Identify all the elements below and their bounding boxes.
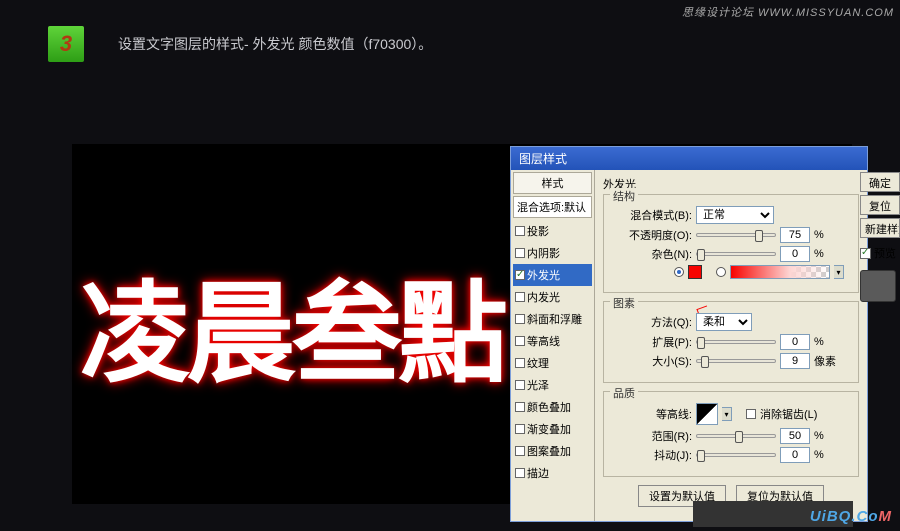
layer-style-dialog: 图层样式 样式 混合选项:默认 投影内阴影外发光内发光斜面和浮雕等高线纹理光泽颜… <box>510 146 868 522</box>
percent-unit: % <box>814 336 824 348</box>
size-input[interactable] <box>780 353 810 369</box>
style-label: 外发光 <box>527 267 560 283</box>
style-item-渐变叠加[interactable]: 渐变叠加 <box>513 418 592 440</box>
preview-label: 预览 <box>874 245 896 261</box>
gradient-radio[interactable] <box>716 267 726 277</box>
structure-group: 结构 混合模式(B): 正常 不透明度(O): % 杂色(N): % <box>603 194 859 293</box>
method-select[interactable]: 柔和 <box>696 313 752 331</box>
style-item-斜面和浮雕[interactable]: 斜面和浮雕 <box>513 308 592 330</box>
percent-unit: % <box>814 449 824 461</box>
antialias-label: 消除锯齿(L) <box>760 406 817 422</box>
noise-input[interactable] <box>780 246 810 262</box>
opacity-label: 不透明度(O): <box>614 227 692 243</box>
spread-input[interactable] <box>780 334 810 350</box>
watermark-bottom: UiBQ.CoM <box>810 508 892 525</box>
style-checkbox[interactable] <box>515 314 525 324</box>
style-checkbox[interactable] <box>515 402 525 412</box>
style-label: 渐变叠加 <box>527 421 571 437</box>
style-item-内阴影[interactable]: 内阴影 <box>513 242 592 264</box>
jitter-slider[interactable] <box>696 453 776 457</box>
blend-options-header[interactable]: 混合选项:默认 <box>513 196 592 218</box>
quality-group: 品质 等高线: ▾ 消除锯齿(L) 范围(R): % 抖动(J): <box>603 391 859 477</box>
style-checkbox[interactable] <box>515 424 525 434</box>
quality-label: 品质 <box>610 385 638 401</box>
style-label: 光泽 <box>527 377 549 393</box>
contour-label: 等高线: <box>614 406 692 422</box>
style-item-纹理[interactable]: 纹理 <box>513 352 592 374</box>
structure-label: 结构 <box>610 188 638 204</box>
blend-mode-select[interactable]: 正常 <box>696 206 774 224</box>
style-checkbox[interactable] <box>515 292 525 302</box>
noise-label: 杂色(N): <box>614 246 692 262</box>
style-checkbox[interactable] <box>515 270 525 280</box>
style-item-描边[interactable]: 描边 <box>513 462 592 484</box>
step-instruction: 设置文字图层的样式- 外发光 颜色数值（f70300）。 <box>118 34 432 54</box>
elements-group: 图素 方法(Q): 柔和 扩展(P): % 大小(S): 像素 <box>603 301 859 383</box>
style-item-图案叠加[interactable]: 图案叠加 <box>513 440 592 462</box>
style-item-外发光[interactable]: 外发光 <box>513 264 592 286</box>
percent-unit: % <box>814 430 824 442</box>
cancel-button[interactable]: 复位 <box>860 195 900 215</box>
style-checkbox[interactable] <box>515 336 525 346</box>
style-label: 描边 <box>527 465 549 481</box>
antialias-checkbox[interactable] <box>746 409 756 419</box>
style-item-等高线[interactable]: 等高线 <box>513 330 592 352</box>
jitter-input[interactable] <box>780 447 810 463</box>
elements-label: 图素 <box>610 295 638 311</box>
style-label: 颜色叠加 <box>527 399 571 415</box>
styles-header[interactable]: 样式 <box>513 172 592 194</box>
style-label: 图案叠加 <box>527 443 571 459</box>
style-item-光泽[interactable]: 光泽 <box>513 374 592 396</box>
style-label: 内阴影 <box>527 245 560 261</box>
style-checkbox[interactable] <box>515 468 525 478</box>
style-label: 等高线 <box>527 333 560 349</box>
glow-text-preview: 凌晨叁點 <box>80 244 504 404</box>
style-checkbox[interactable] <box>515 226 525 236</box>
percent-unit: % <box>814 229 824 241</box>
style-checkbox[interactable] <box>515 380 525 390</box>
blend-mode-label: 混合模式(B): <box>614 207 692 223</box>
style-checkbox[interactable] <box>515 446 525 456</box>
style-checkbox[interactable] <box>515 358 525 368</box>
method-label: 方法(Q): <box>614 314 692 330</box>
panel-title: 外发光 <box>603 176 859 192</box>
color-swatch[interactable] <box>688 265 702 279</box>
color-radio[interactable] <box>674 267 684 277</box>
range-input[interactable] <box>780 428 810 444</box>
contour-dropdown[interactable]: ▾ <box>722 407 732 421</box>
style-checkbox[interactable] <box>515 248 525 258</box>
size-label: 大小(S): <box>614 353 692 369</box>
style-label: 纹理 <box>527 355 549 371</box>
style-label: 斜面和浮雕 <box>527 311 582 327</box>
style-item-内发光[interactable]: 内发光 <box>513 286 592 308</box>
new-style-button[interactable]: 新建样式 <box>860 218 900 238</box>
style-item-投影[interactable]: 投影 <box>513 220 592 242</box>
spread-slider[interactable] <box>696 340 776 344</box>
noise-slider[interactable] <box>696 252 776 256</box>
gradient-preview[interactable] <box>730 265 830 279</box>
px-unit: 像素 <box>814 353 836 369</box>
gradient-dropdown[interactable]: ▾ <box>834 265 844 279</box>
style-label: 内发光 <box>527 289 560 305</box>
step-number-badge: 3 <box>48 26 84 62</box>
opacity-slider[interactable] <box>696 233 776 237</box>
style-label: 投影 <box>527 223 549 239</box>
dialog-title: 图层样式 <box>511 147 867 170</box>
jitter-label: 抖动(J): <box>614 447 692 463</box>
size-slider[interactable] <box>696 359 776 363</box>
style-item-颜色叠加[interactable]: 颜色叠加 <box>513 396 592 418</box>
dialog-right-buttons: 确定 复位 新建样式 预览 <box>860 172 900 302</box>
outer-glow-panel: 外发光 结构 混合模式(B): 正常 不透明度(O): % 杂色(N): <box>595 170 867 521</box>
percent-unit: % <box>814 248 824 260</box>
range-label: 范围(R): <box>614 428 692 444</box>
styles-list: 样式 混合选项:默认 投影内阴影外发光内发光斜面和浮雕等高线纹理光泽颜色叠加渐变… <box>511 170 595 521</box>
opacity-input[interactable] <box>780 227 810 243</box>
preview-swatch <box>860 270 896 302</box>
range-slider[interactable] <box>696 434 776 438</box>
preview-checkbox[interactable] <box>860 248 871 259</box>
spread-label: 扩展(P): <box>614 334 692 350</box>
watermark-top: 思缘设计论坛 WWW.MISSYUAN.COM <box>682 4 894 20</box>
contour-picker[interactable] <box>696 403 718 425</box>
ok-button[interactable]: 确定 <box>860 172 900 192</box>
